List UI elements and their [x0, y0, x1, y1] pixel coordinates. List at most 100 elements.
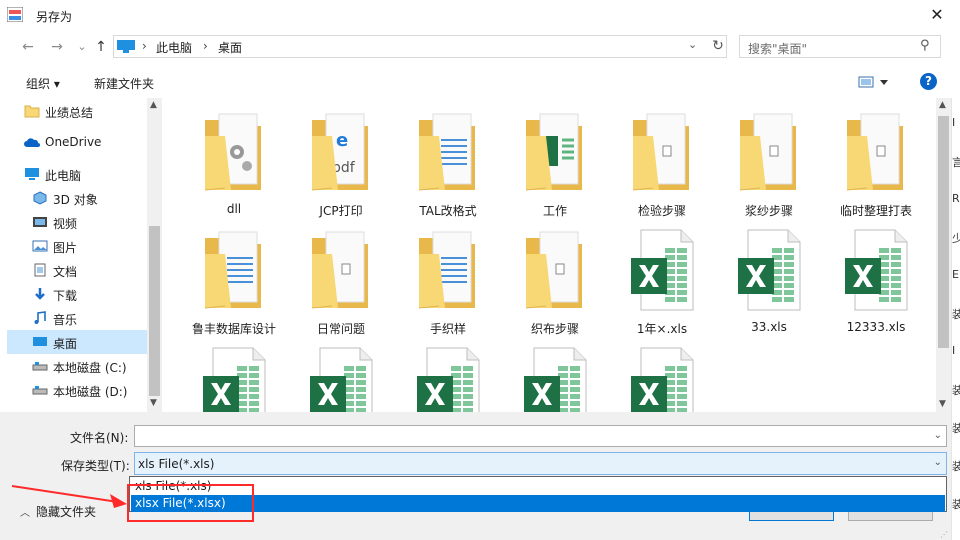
help-button[interactable]: ? — [920, 73, 937, 90]
sidebar-item-label: 音乐 — [53, 313, 78, 327]
background-window-sliver: I言R少E装I装装装装 — [951, 98, 960, 540]
back-button[interactable]: ← — [20, 39, 36, 55]
sliver-char: 少 — [952, 230, 960, 246]
refresh-icon[interactable]: ↻ — [709, 37, 727, 55]
folder-item[interactable]: dll — [184, 98, 284, 216]
folder-item[interactable]: 鲁丰数据库设计 — [184, 216, 284, 336]
document-icon — [32, 263, 48, 277]
address-dropdown-icon[interactable]: ⌄ — [688, 38, 697, 51]
folder-item[interactable]: e pdf JCP打印 — [291, 98, 391, 218]
excel-file-icon — [631, 347, 694, 412]
search-input[interactable]: 搜索"桌面" ⚲ — [739, 35, 941, 58]
file-item[interactable]: 12333.xls — [826, 216, 926, 334]
sidebar-item[interactable]: 视频 — [7, 210, 147, 234]
file-name: 12333.xls — [846, 320, 906, 334]
music-icon — [32, 311, 48, 325]
file-item[interactable] — [612, 334, 712, 412]
scroll-up-icon[interactable]: ▲ — [939, 100, 946, 110]
sidebar-item[interactable]: 本地磁盘 (D:) — [7, 378, 147, 402]
folder-icon — [311, 231, 368, 309]
desktop-icon — [32, 335, 48, 349]
sliver-char: 装 — [952, 306, 960, 322]
sidebar-item[interactable]: 3D 对象 — [7, 186, 147, 210]
file-item[interactable]: 33.xls — [719, 216, 819, 334]
up-button[interactable]: ↑ — [93, 39, 109, 55]
breadcrumb-desktop[interactable]: 桌面 — [218, 39, 242, 56]
folder-item[interactable]: 临时整理打表 — [826, 98, 926, 218]
scroll-up-icon[interactable]: ▲ — [150, 100, 157, 110]
organize-button[interactable]: 组织 ▾ — [26, 75, 60, 92]
view-icon — [858, 76, 888, 88]
computer-icon — [24, 167, 40, 181]
sidebar-item-label: 桌面 — [53, 337, 78, 351]
navigation-bar: ← → ⌄ ↑ › 此电脑 › 桌面 ⌄ ↻ 搜索"桌面" ⚲ — [0, 31, 960, 63]
sidebar-item-label: 图片 — [53, 241, 78, 255]
file-item[interactable] — [291, 334, 391, 412]
cloud-icon — [24, 135, 40, 149]
new-folder-button[interactable]: 新建文件夹 — [94, 75, 154, 92]
sidebar-item[interactable]: OneDrive — [7, 130, 147, 154]
sidebar-item-label: 下载 — [53, 289, 78, 303]
folder-item[interactable]: TAL改格式 — [398, 98, 498, 218]
close-button[interactable]: ✕ — [922, 3, 952, 27]
filename-input[interactable]: ⌄ — [134, 425, 947, 447]
picture-icon — [32, 239, 48, 253]
folder-item[interactable]: 浆纱步骤 — [719, 98, 819, 218]
excel-file-icon — [738, 229, 801, 311]
cube-icon — [32, 191, 48, 205]
resize-grip-icon[interactable]: ⋰ — [940, 530, 948, 539]
nav-scrollbar[interactable]: ▲ ▼ — [147, 98, 162, 412]
excel-file-icon — [310, 347, 373, 412]
folder-icon — [204, 113, 261, 191]
scroll-thumb[interactable] — [938, 116, 949, 348]
scroll-thumb[interactable] — [149, 226, 160, 396]
computer-icon — [117, 40, 135, 53]
folder-icon — [24, 104, 40, 118]
savetype-select[interactable]: xls File(*.xls) ⌄ — [134, 452, 947, 475]
excel-file-icon — [631, 229, 694, 311]
address-bar[interactable]: › 此电脑 › 桌面 ⌄ ↻ — [113, 35, 727, 58]
scroll-down-icon[interactable]: ▼ — [939, 399, 946, 409]
file-scrollbar[interactable]: ▲ ▼ — [936, 98, 951, 412]
file-item[interactable]: 1年×.xls — [612, 216, 712, 336]
sidebar-item[interactable]: 此电脑 — [7, 162, 147, 186]
sliver-char: 言 — [952, 154, 960, 170]
folder-item[interactable]: 日常问题 — [291, 216, 391, 336]
sidebar-item[interactable]: 文档 — [7, 258, 147, 282]
file-item[interactable] — [398, 334, 498, 412]
annotation-highlight-box — [127, 484, 254, 522]
folder-item[interactable]: 手织样 — [398, 216, 498, 336]
sidebar-item[interactable]: 音乐 — [7, 306, 147, 330]
app-icon — [7, 7, 23, 22]
sidebar-item-label: 3D 对象 — [53, 193, 98, 207]
file-item[interactable] — [505, 334, 605, 412]
sidebar-item[interactable]: 业绩总结 — [7, 99, 147, 123]
recent-locations-button[interactable]: ⌄ — [74, 39, 90, 55]
chevron-down-icon[interactable]: ⌄ — [934, 457, 942, 468]
excel-file-icon — [524, 347, 587, 412]
folder-icon — [525, 231, 582, 309]
video-icon — [32, 215, 48, 229]
sliver-char: E — [952, 268, 959, 281]
excel-file-icon — [203, 347, 266, 412]
folder-item[interactable]: 工作 — [505, 98, 605, 218]
view-options-button[interactable] — [858, 74, 890, 90]
sidebar-item[interactable]: 本地磁盘 (C:) — [7, 354, 147, 378]
breadcrumb-separator: › — [203, 39, 208, 53]
breadcrumb-this-pc[interactable]: 此电脑 — [156, 39, 192, 56]
sidebar-item-label: 本地磁盘 (C:) — [53, 361, 127, 375]
sliver-char: I — [952, 116, 956, 129]
folder-item[interactable]: 检验步骤 — [612, 98, 712, 218]
sidebar-item[interactable]: 下载 — [7, 282, 147, 306]
folder-icon: epdf — [311, 113, 368, 191]
sliver-char: R — [952, 192, 960, 205]
search-placeholder: 搜索"桌面" — [748, 42, 808, 56]
chevron-down-icon[interactable]: ⌄ — [934, 430, 942, 441]
sidebar-item[interactable]: 图片 — [7, 234, 147, 258]
forward-button[interactable]: → — [49, 39, 65, 55]
scroll-down-icon[interactable]: ▼ — [150, 398, 157, 408]
file-item[interactable] — [184, 334, 284, 412]
sidebar-item[interactable]: 桌面 — [7, 330, 147, 354]
savetype-label: 保存类型(T): — [61, 459, 130, 473]
folder-item[interactable]: 织布步骤 — [505, 216, 605, 336]
